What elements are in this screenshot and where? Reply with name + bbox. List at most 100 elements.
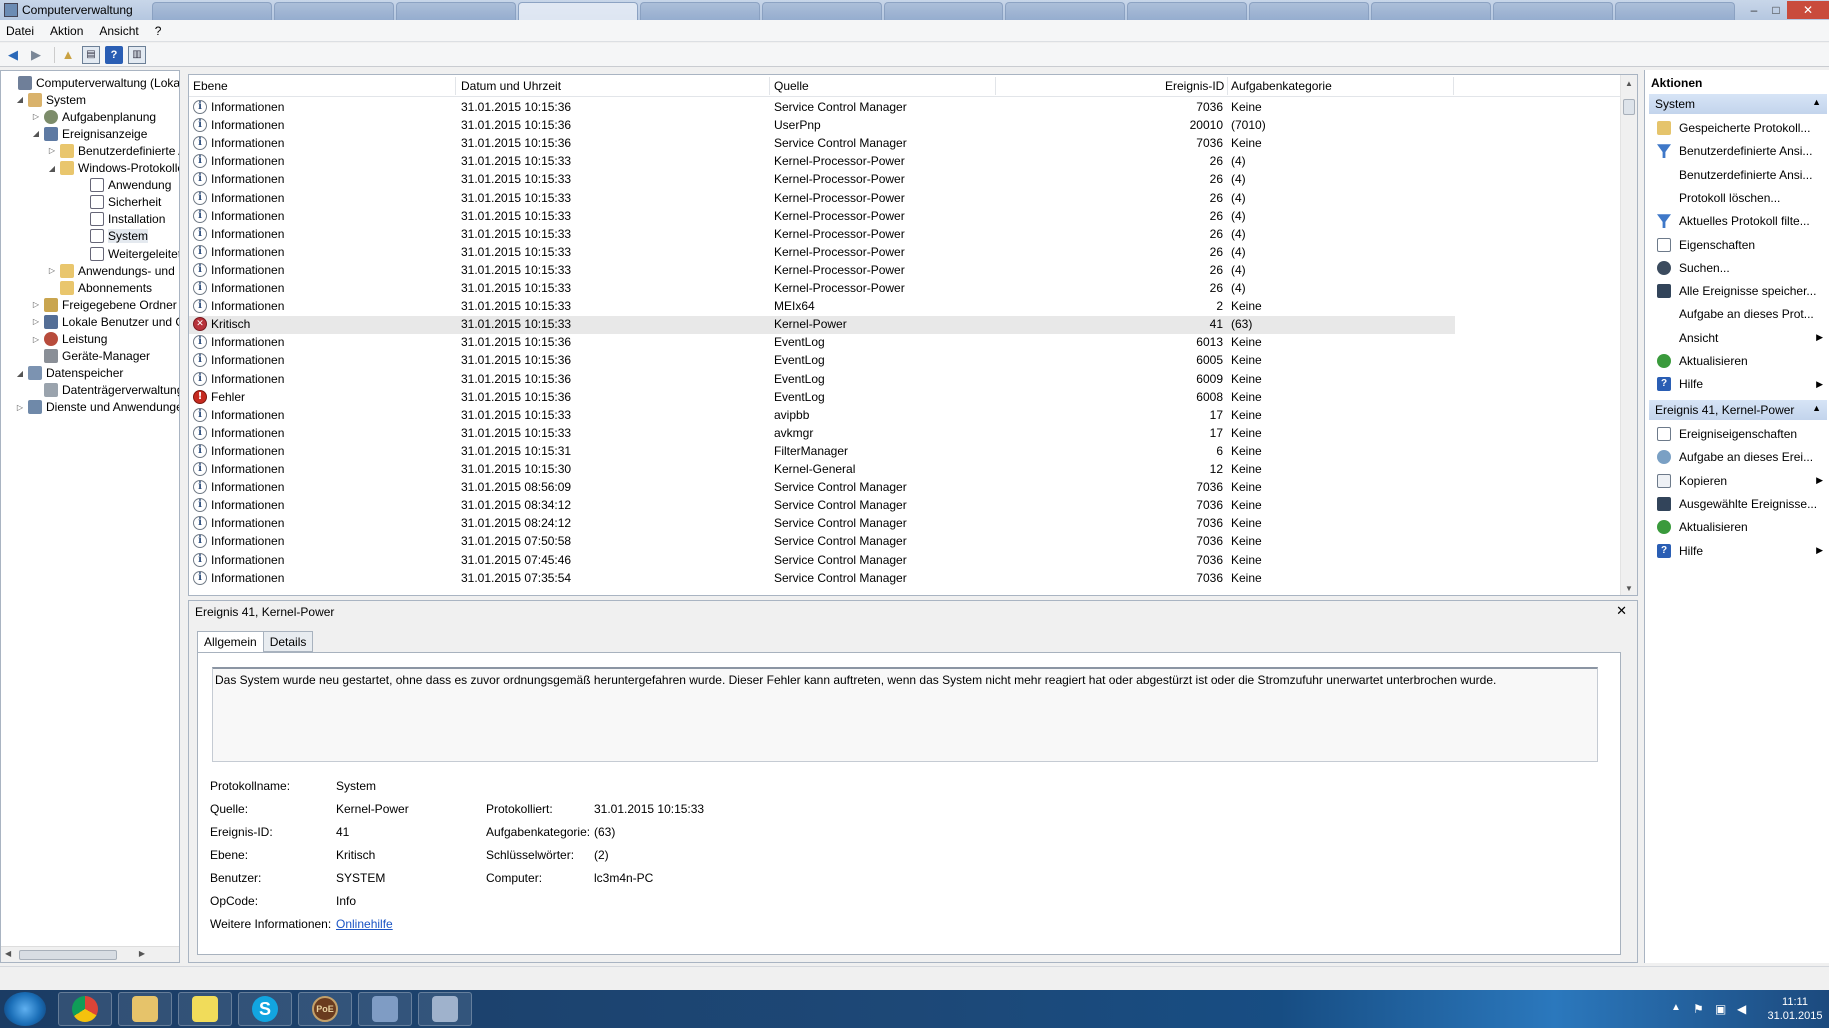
expand-arrow-icon[interactable]: ▷ [15, 403, 25, 412]
event-row[interactable]: i Informationen 31.01.2015 10:15:33 avipbb 1… [189, 407, 1455, 425]
event-row[interactable]: i Informationen 31.01.2015 10:15:36 Service… [189, 99, 1455, 117]
event-row[interactable]: i Informationen 31.01.2015 10:15:36 EventLo… [189, 371, 1455, 389]
action-item[interactable]: ? Hilfe ▶ [1649, 373, 1827, 395]
browser-tab[interactable] [761, 2, 882, 20]
expand-arrow-icon[interactable]: ▷ [31, 112, 41, 121]
tree-item[interactable]: Computerverwaltung (Lokal) [5, 74, 179, 91]
details-close-icon[interactable]: ✕ [1616, 603, 1627, 619]
event-row[interactable]: i Informationen 31.01.2015 08:24:12 Service… [189, 515, 1455, 533]
menu-datei[interactable]: Datei [6, 24, 34, 38]
browser-tab[interactable] [639, 2, 760, 20]
tree-item[interactable]: ◢ System [15, 91, 86, 108]
action-item[interactable]: Benutzerdefinierte Ansi... [1649, 164, 1827, 186]
flag-icon[interactable]: ⚑ [1693, 1002, 1707, 1016]
browser-tab[interactable] [517, 2, 638, 20]
column-separator[interactable] [1453, 77, 1454, 95]
menu-help[interactable]: ? [155, 24, 162, 38]
event-row[interactable]: ✕ Kritisch 31.01.2015 10:15:33 Kernel-Power… [189, 316, 1455, 335]
action-item[interactable]: Aktualisieren [1649, 516, 1827, 538]
column-separator[interactable] [995, 77, 996, 95]
expand-arrow-icon[interactable]: ▷ [31, 317, 41, 326]
event-row[interactable]: i Informationen 31.01.2015 10:15:36 Service… [189, 135, 1455, 153]
taskbar-explorer[interactable] [118, 992, 172, 1026]
close-button[interactable]: ✕ [1787, 1, 1829, 19]
action-item[interactable]: Ereigniseigenschaften [1649, 423, 1827, 445]
event-row[interactable]: i Informationen 31.01.2015 10:15:36 UserPnp… [189, 117, 1455, 135]
tree-item[interactable]: Sicherheit [77, 194, 161, 211]
browser-tab[interactable] [883, 2, 1004, 20]
tree-item[interactable]: Datenträgerverwaltung [31, 382, 179, 399]
tree-item[interactable]: ▷ Anwendungs- und D [47, 262, 179, 279]
menu-ansicht[interactable]: Ansicht [99, 24, 138, 38]
expand-arrow-icon[interactable]: ◢ [15, 95, 25, 104]
network-tray-icon[interactable]: ▣ [1715, 1002, 1729, 1016]
show-hidden-icons-icon[interactable]: ▲ [1671, 1002, 1685, 1016]
event-row[interactable]: i Informationen 31.01.2015 10:15:31 FilterM… [189, 443, 1455, 461]
expand-arrow-icon[interactable]: ◢ [31, 129, 41, 138]
scroll-thumb[interactable] [1623, 99, 1635, 115]
collapse-icon[interactable]: ▲ [1812, 403, 1821, 413]
taskbar-computer-management[interactable] [418, 992, 472, 1026]
up-folder-icon[interactable]: ▲ [59, 46, 77, 64]
column-ereignis-id[interactable]: Ereignis-ID [1165, 79, 1224, 93]
event-row[interactable]: i Informationen 31.01.2015 10:15:33 avkmgr 1… [189, 425, 1455, 443]
event-row[interactable]: i Informationen 31.01.2015 10:15:36 EventLo… [189, 334, 1455, 352]
taskbar-chrome[interactable] [58, 992, 112, 1026]
browser-tab[interactable] [152, 2, 272, 20]
scroll-thumb[interactable] [19, 950, 117, 960]
back-arrow-icon[interactable]: ◀ [4, 46, 22, 64]
scroll-up-arrow-icon[interactable]: ▲ [1625, 79, 1633, 88]
event-message[interactable]: Das System wurde neu gestartet, ohne das… [212, 667, 1598, 762]
expand-arrow-icon[interactable]: ▷ [47, 266, 57, 275]
action-item[interactable]: Ansicht ▶ [1649, 327, 1827, 349]
action-item[interactable]: ? Hilfe ▶ [1649, 540, 1827, 562]
taskbar-poe[interactable]: PoE [298, 992, 352, 1026]
tree-item[interactable]: ▷ Freigegebene Ordner [31, 296, 177, 313]
tab-details[interactable]: Details [262, 631, 314, 652]
action-item[interactable]: Ausgewählte Ereignisse... [1649, 493, 1827, 515]
action-item[interactable]: Gespeicherte Protokoll... [1649, 117, 1827, 139]
volume-muted-icon[interactable]: ◀ [1737, 1002, 1751, 1016]
start-button-icon[interactable] [4, 992, 46, 1026]
browser-tab[interactable] [1249, 2, 1370, 20]
browser-tab[interactable] [1371, 2, 1492, 20]
event-row[interactable]: i Informationen 31.01.2015 10:15:33 Kernel-… [189, 262, 1455, 280]
taskbar-skype[interactable]: S [238, 992, 292, 1026]
browser-tab[interactable] [273, 2, 394, 20]
tab-allgemein[interactable]: Allgemein [197, 631, 264, 653]
action-item[interactable]: Aktuelles Protokoll filte... [1649, 210, 1827, 232]
event-row[interactable]: i Informationen 31.01.2015 10:15:33 Kernel-… [189, 244, 1455, 262]
event-row[interactable]: i Informationen 31.01.2015 10:15:33 Kernel-… [189, 208, 1455, 226]
tree-item[interactable]: ◢ Datenspeicher [15, 365, 123, 382]
browser-tab[interactable] [395, 2, 516, 20]
tree-item[interactable]: Weitergeleitete E [77, 245, 179, 262]
action-item[interactable]: Suchen... [1649, 257, 1827, 279]
event-row[interactable]: i Informationen 31.01.2015 10:15:33 Kernel-… [189, 190, 1455, 208]
scroll-left-arrow-icon[interactable]: ◀ [5, 949, 11, 958]
tree-item[interactable]: Anwendung [77, 177, 171, 194]
action-item[interactable]: Kopieren ▶ [1649, 470, 1827, 492]
expand-arrow-icon[interactable]: ◢ [15, 369, 25, 378]
event-row[interactable]: i Informationen 31.01.2015 08:34:12 Service… [189, 497, 1455, 515]
expand-arrow-icon[interactable]: ▷ [31, 335, 41, 344]
action-item[interactable]: Aufgabe an dieses Prot... [1649, 303, 1827, 325]
forward-arrow-icon[interactable]: ▶ [27, 46, 45, 64]
event-row[interactable]: ! Fehler 31.01.2015 10:15:36 EventLog 6008 Ke… [189, 389, 1455, 407]
collapse-icon[interactable]: ▲ [1812, 97, 1821, 107]
expand-arrow-icon[interactable]: ◢ [47, 164, 57, 173]
tree-item[interactable]: ◢ Windows-Protokolle [47, 160, 179, 177]
tree-item[interactable]: System [77, 228, 149, 245]
event-row[interactable]: i Informationen 31.01.2015 10:15:33 Kernel-… [189, 226, 1455, 244]
event-row[interactable]: i Informationen 31.01.2015 10:15:33 MEIx64 2… [189, 298, 1455, 316]
column-separator[interactable] [769, 77, 770, 95]
show-hide-actions-icon[interactable]: ▥ [128, 45, 146, 64]
tree-item[interactable]: Installation [77, 211, 165, 228]
expand-arrow-icon[interactable]: ▷ [31, 300, 41, 309]
column-aufgabenkategorie[interactable]: Aufgabenkategorie [1231, 79, 1332, 93]
show-hide-tree-icon[interactable]: ▤ [82, 45, 100, 64]
action-item[interactable]: Protokoll löschen... [1649, 187, 1827, 209]
actions-section-system[interactable]: System ▲ [1649, 94, 1827, 114]
onlinehilfe-link[interactable]: Onlinehilfe [336, 917, 393, 931]
event-row[interactable]: i Informationen 31.01.2015 07:45:46 Service… [189, 552, 1455, 570]
tree-item[interactable]: ▷ Leistung [31, 331, 107, 348]
